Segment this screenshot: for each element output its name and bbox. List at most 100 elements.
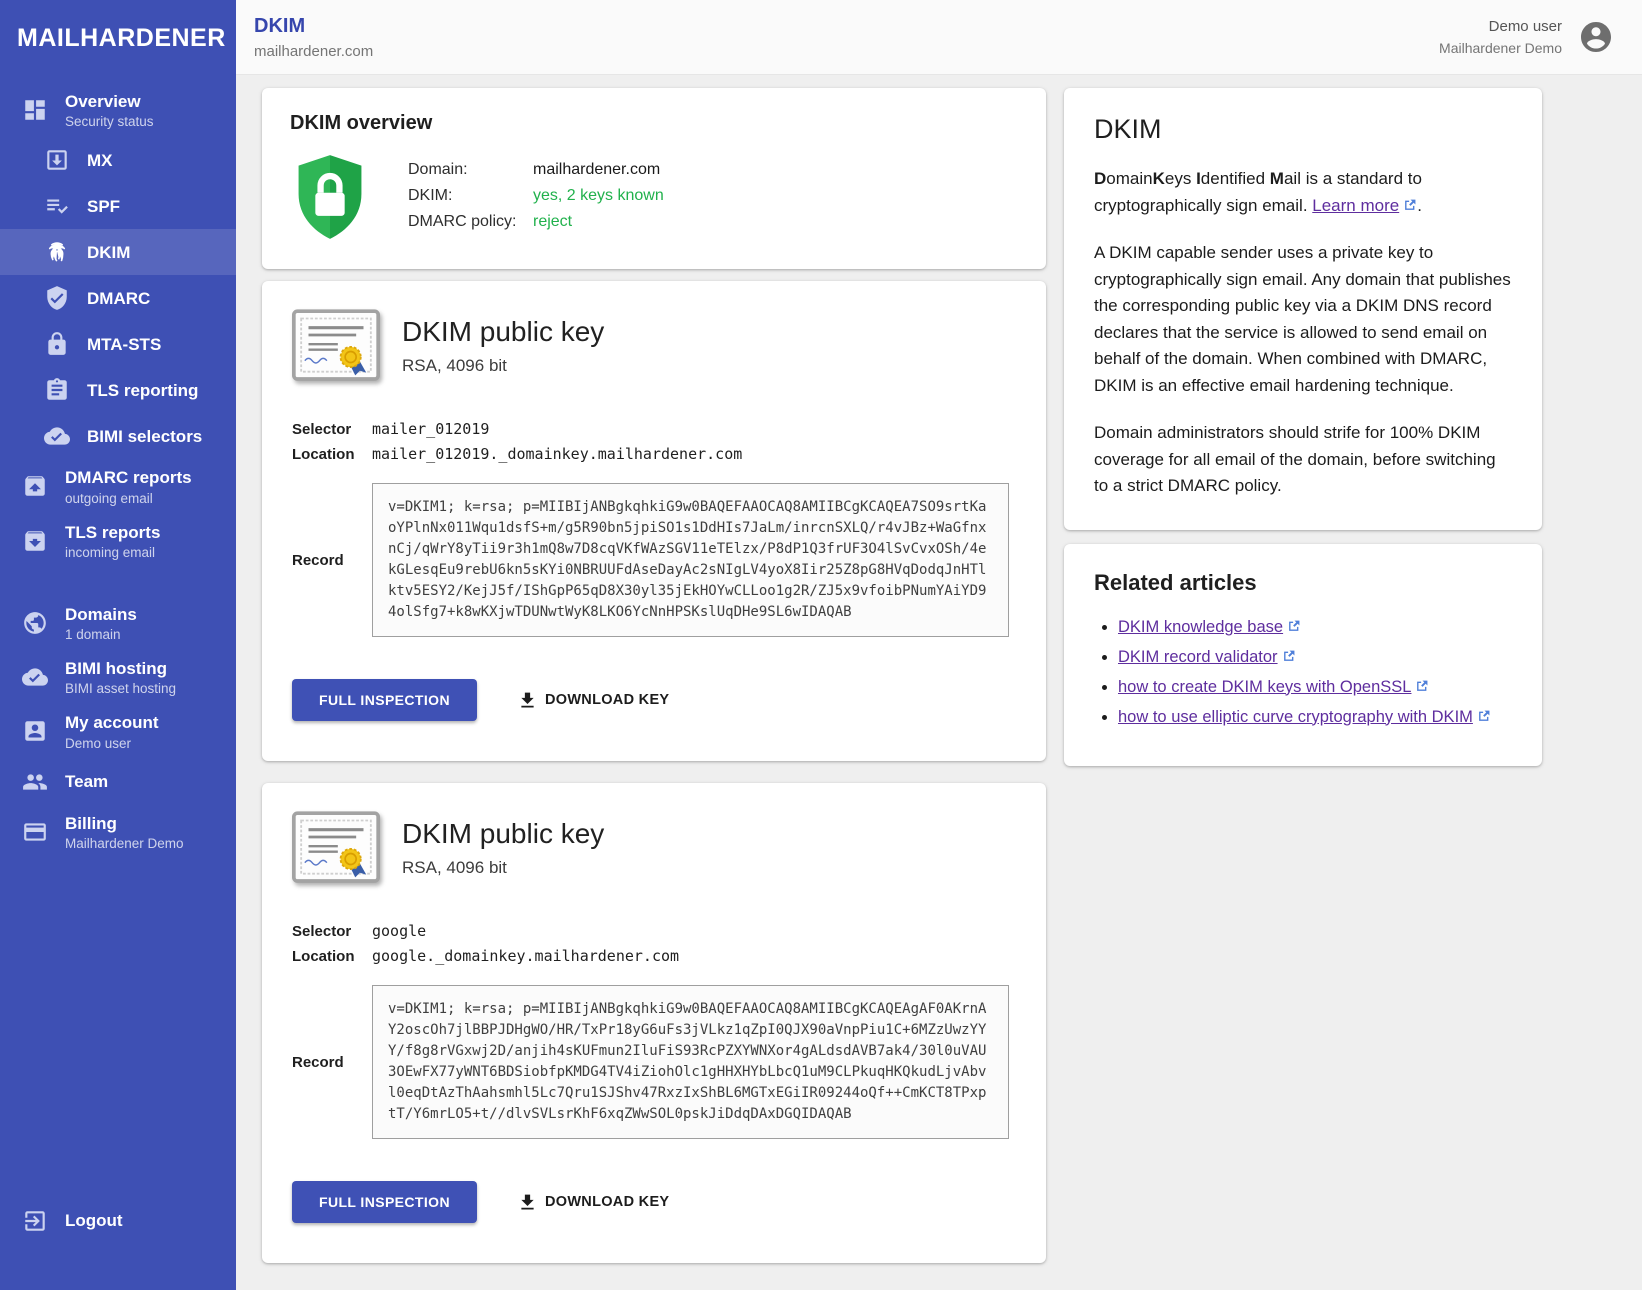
overview-row-domain: Domain: mailhardener.com	[408, 157, 664, 183]
account-box-icon	[22, 718, 48, 744]
list-item: how to use elliptic curve cryptography w…	[1118, 706, 1512, 728]
selector-row: Selector google	[292, 919, 1016, 944]
page-title: DKIM	[254, 15, 373, 38]
right-column: DKIM DomainKeys Identified Mail is a sta…	[1064, 88, 1542, 766]
content: DKIM overview	[236, 75, 1642, 1285]
shield-check-icon	[44, 285, 70, 311]
record-row: Record v=DKIM1; k=rsa; p=MIIBIjANBgkqhki…	[292, 483, 1016, 637]
fingerprint-icon	[44, 239, 70, 265]
sidebar-item-bimi-selectors[interactable]: BIMI selectors	[0, 413, 236, 459]
sidebar-item-spf[interactable]: SPF	[0, 183, 236, 229]
external-link-icon	[1282, 647, 1296, 661]
lock-icon	[44, 331, 70, 357]
selector-row: Selector mailer_012019	[292, 417, 1016, 442]
sidebar-item-domains[interactable]: Domains1 domain	[0, 596, 236, 650]
related-link-elliptic-curve[interactable]: how to use elliptic curve cryptography w…	[1118, 708, 1473, 726]
credit-card-icon	[22, 819, 48, 845]
avatar-icon[interactable]	[1578, 19, 1614, 55]
full-inspection-button[interactable]: FULL INSPECTION	[292, 1181, 477, 1223]
logout-button[interactable]: Logout	[0, 1198, 236, 1244]
user-org: Mailhardener Demo	[1439, 40, 1562, 56]
info-paragraph-1: DomainKeys Identified Mail is a standard…	[1094, 166, 1512, 219]
sidebar-item-dmarc[interactable]: DMARC	[0, 275, 236, 321]
overview-row-dmarc-policy: DMARC policy: reject	[408, 209, 664, 235]
download-icon	[517, 690, 538, 711]
sidebar-item-my-account[interactable]: My accountDemo user	[0, 704, 236, 758]
key-card-subtitle: RSA, 4096 bit	[402, 356, 604, 376]
key-card-title: DKIM public key	[402, 818, 604, 850]
clipboard-icon	[44, 377, 70, 403]
certificate-icon	[292, 309, 380, 383]
cloud-check-icon	[44, 423, 70, 449]
dkim-key-card-2: DKIM public key RSA, 4096 bit Selector g…	[262, 783, 1046, 1263]
download-icon	[517, 1192, 538, 1213]
sidebar-item-dmarc-reports[interactable]: DMARC reportsoutgoing email	[0, 459, 236, 513]
user-menu[interactable]: Demo user Mailhardener Demo	[1439, 18, 1614, 56]
full-inspection-button[interactable]: FULL INSPECTION	[292, 679, 477, 721]
nav-divider-gap	[0, 568, 236, 596]
sidebar-item-tls-reporting[interactable]: TLS reporting	[0, 367, 236, 413]
download-key-button[interactable]: DOWNLOAD KEY	[507, 682, 679, 719]
logout-icon	[22, 1208, 48, 1234]
playlist-check-icon	[44, 193, 70, 219]
sidebar-item-overview[interactable]: OverviewSecurity status	[0, 83, 236, 137]
list-item: how to create DKIM keys with OpenSSL	[1118, 676, 1512, 698]
cloud-check-icon	[22, 664, 48, 690]
key-card-title: DKIM public key	[402, 316, 604, 348]
dkim-key-card-1: DKIM public key RSA, 4096 bit Selector m…	[262, 281, 1046, 761]
dashboard-icon	[22, 97, 48, 123]
external-link-icon	[1415, 677, 1429, 691]
selector-value: google	[372, 919, 426, 944]
people-icon	[22, 769, 48, 795]
related-link-openssl[interactable]: how to create DKIM keys with OpenSSL	[1118, 678, 1411, 696]
green-shield-lock-icon	[292, 153, 368, 241]
dkim-info-card: DKIM DomainKeys Identified Mail is a sta…	[1064, 88, 1542, 530]
external-link-icon	[1477, 707, 1491, 721]
location-value: mailer_012019._domainkey.mailhardener.co…	[372, 442, 742, 467]
tray-arrow-down-icon	[22, 528, 48, 554]
related-link-knowledge-base[interactable]: DKIM knowledge base	[1118, 618, 1283, 636]
download-key-button[interactable]: DOWNLOAD KEY	[507, 1184, 679, 1221]
main-area: DKIM mailhardener.com Demo user Mailhard…	[236, 0, 1642, 1290]
domain-value: mailhardener.com	[533, 157, 660, 183]
brand-logo: MAILHARDENER	[17, 24, 236, 53]
sidebar-item-dkim[interactable]: DKIM	[0, 229, 236, 275]
sidebar-item-bimi-hosting[interactable]: BIMI hostingBIMI asset hosting	[0, 650, 236, 704]
key-card-subtitle: RSA, 4096 bit	[402, 858, 604, 878]
related-link-record-validator[interactable]: DKIM record validator	[1118, 648, 1278, 666]
dmarc-policy-value: reject	[533, 209, 572, 235]
external-link-icon	[1287, 617, 1301, 631]
external-link-icon	[1403, 194, 1417, 208]
location-row: Location google._domainkey.mailhardener.…	[292, 944, 1016, 969]
sidebar: MAILHARDENER OverviewSecurity status MX …	[0, 0, 236, 1290]
related-card-title: Related articles	[1094, 570, 1512, 596]
sidebar-item-team[interactable]: Team	[0, 759, 236, 805]
location-row: Location mailer_012019._domainkey.mailha…	[292, 442, 1016, 467]
sidebar-item-mx[interactable]: MX	[0, 137, 236, 183]
left-column: DKIM overview	[262, 88, 1046, 1285]
list-item: DKIM knowledge base	[1118, 616, 1512, 638]
tray-arrow-up-icon	[22, 473, 48, 499]
sidebar-item-tls-reports[interactable]: TLS reportsincoming email	[0, 514, 236, 568]
top-header: DKIM mailhardener.com Demo user Mailhard…	[236, 0, 1642, 75]
dkim-status-value: yes, 2 keys known	[533, 183, 664, 209]
user-name: Demo user	[1439, 18, 1562, 35]
info-paragraph-2: A DKIM capable sender uses a private key…	[1094, 240, 1512, 399]
dkim-record-box: v=DKIM1; k=rsa; p=MIIBIjANBgkqhkiG9w0BAQ…	[372, 985, 1009, 1139]
header-titles: DKIM mailhardener.com	[254, 15, 373, 60]
breadcrumb-domain: mailhardener.com	[254, 43, 373, 60]
record-row: Record v=DKIM1; k=rsa; p=MIIBIjANBgkqhki…	[292, 985, 1016, 1139]
learn-more-link[interactable]: Learn more	[1312, 196, 1399, 215]
sidebar-item-mta-sts[interactable]: MTA-STS	[0, 321, 236, 367]
location-value: google._domainkey.mailhardener.com	[372, 944, 679, 969]
sidebar-nav: OverviewSecurity status MX SPF DKIM DMAR…	[0, 83, 236, 859]
info-paragraph-3: Domain administrators should strife for …	[1094, 420, 1512, 500]
related-articles-card: Related articles DKIM knowledge base DKI…	[1064, 544, 1542, 766]
certificate-icon	[292, 811, 380, 885]
dkim-record-box: v=DKIM1; k=rsa; p=MIIBIjANBgkqhkiG9w0BAQ…	[372, 483, 1009, 637]
sidebar-item-billing[interactable]: BillingMailhardener Demo	[0, 805, 236, 859]
info-card-title: DKIM	[1094, 114, 1512, 145]
related-links-list: DKIM knowledge base DKIM record validato…	[1118, 616, 1512, 728]
inbox-arrow-icon	[44, 147, 70, 173]
selector-value: mailer_012019	[372, 417, 489, 442]
